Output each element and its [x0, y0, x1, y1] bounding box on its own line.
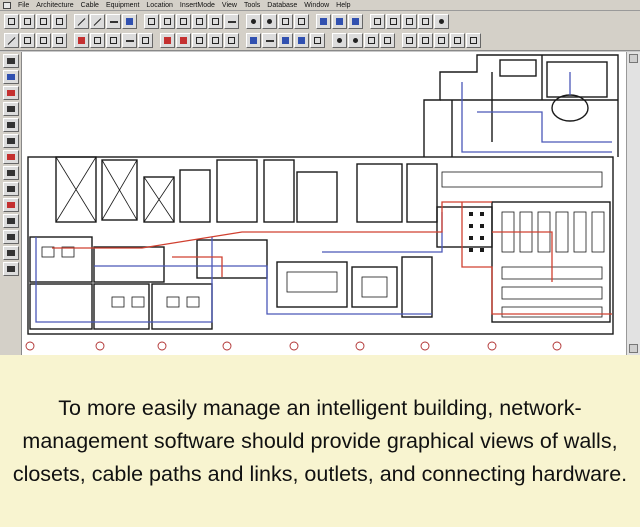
menu-bar: File Architecture Cable Equipment Locati… — [0, 0, 640, 11]
measure-icon[interactable] — [176, 33, 191, 48]
wall-icon[interactable] — [3, 70, 19, 84]
ortho-icon[interactable] — [434, 33, 449, 48]
rectangle-icon[interactable] — [20, 33, 35, 48]
layer-icon[interactable] — [3, 246, 19, 260]
report-icon[interactable] — [370, 13, 385, 29]
main-toolbar — [0, 11, 640, 31]
label-icon[interactable] — [3, 214, 19, 228]
window-tool-icon[interactable] — [224, 33, 239, 48]
menu-insertmode[interactable]: InsertMode — [180, 2, 215, 9]
figure-caption: To more easily manage an intelligent bui… — [0, 355, 640, 527]
text-tool-icon[interactable] — [106, 13, 121, 29]
polyline-icon[interactable] — [36, 33, 51, 48]
patch-panel-icon[interactable] — [122, 33, 137, 48]
equipment-icon[interactable] — [310, 33, 325, 48]
cable-icon[interactable] — [192, 13, 207, 29]
zoom-icon[interactable] — [246, 13, 261, 29]
window-icon[interactable] — [3, 102, 19, 116]
pan-icon[interactable] — [262, 13, 277, 29]
elevator-shafts — [55, 156, 175, 223]
trace-icon[interactable] — [450, 33, 465, 48]
scroll-up-icon[interactable] — [629, 54, 638, 63]
vertical-scrollbar[interactable] — [626, 52, 640, 355]
floor-plan-canvas[interactable] — [22, 52, 626, 355]
cad-application-window: File Architecture Cable Equipment Locati… — [0, 0, 640, 355]
cable-icon[interactable] — [3, 166, 19, 180]
pointer-icon[interactable] — [4, 33, 19, 48]
context-help-icon[interactable] — [434, 13, 449, 29]
outlet-icon[interactable] — [3, 150, 19, 164]
zoom-out-icon[interactable] — [348, 33, 363, 48]
new-file-icon[interactable] — [4, 13, 19, 29]
zoom-window-icon[interactable] — [364, 33, 379, 48]
cable-tray-icon[interactable] — [246, 33, 261, 48]
arrow-up-icon[interactable] — [278, 33, 293, 48]
outlets — [469, 212, 484, 252]
door-tool-icon[interactable] — [208, 33, 223, 48]
query-icon[interactable] — [386, 13, 401, 29]
closet-icon[interactable] — [90, 33, 105, 48]
help-icon[interactable] — [348, 13, 363, 29]
text-icon[interactable] — [52, 33, 67, 48]
menu-window[interactable]: Window — [304, 2, 329, 9]
select-icon[interactable] — [3, 54, 19, 68]
line-tool-icon[interactable] — [74, 13, 89, 29]
open-icon[interactable] — [20, 13, 35, 29]
menu-view[interactable]: View — [222, 2, 237, 9]
conduit-icon[interactable] — [262, 33, 277, 48]
options-icon[interactable] — [466, 33, 481, 48]
layer-manager-icon[interactable] — [402, 33, 417, 48]
rectangle-tool-icon[interactable] — [208, 13, 223, 29]
settings-icon[interactable] — [418, 13, 433, 29]
door-icon[interactable] — [3, 86, 19, 100]
scroll-down-icon[interactable] — [629, 344, 638, 353]
menu-database[interactable]: Database — [267, 2, 297, 9]
room-icon[interactable] — [3, 118, 19, 132]
floor-plan-drawing — [25, 54, 619, 351]
wall-tool-icon[interactable] — [192, 33, 207, 48]
menu-help[interactable]: Help — [336, 2, 350, 9]
rack-icon[interactable] — [106, 33, 121, 48]
drawing-toolbar — [0, 31, 640, 51]
tray-icon[interactable] — [3, 182, 19, 196]
properties-icon[interactable] — [316, 13, 331, 29]
menu-tools[interactable]: Tools — [244, 2, 260, 9]
snap-icon[interactable] — [418, 33, 433, 48]
layer-icon[interactable] — [176, 13, 191, 29]
grid-icon[interactable] — [144, 13, 159, 29]
database-icon[interactable] — [402, 13, 417, 29]
menu-cable[interactable]: Cable — [81, 2, 99, 9]
arc-tool-icon[interactable] — [90, 13, 105, 29]
rack-icon[interactable] — [3, 198, 19, 212]
dimension-icon[interactable] — [3, 230, 19, 244]
outlet-icon[interactable] — [74, 33, 89, 48]
polyline-tool-icon[interactable] — [224, 13, 239, 29]
print-icon[interactable] — [52, 13, 67, 29]
zoom-in-icon[interactable] — [332, 33, 347, 48]
caption-text: To more easily manage an intelligent bui… — [12, 395, 628, 486]
select-icon[interactable] — [122, 13, 137, 29]
menu-location[interactable]: Location — [146, 2, 172, 9]
arrow-down-icon[interactable] — [294, 33, 309, 48]
delete-icon[interactable] — [3, 262, 19, 276]
menu-equipment[interactable]: Equipment — [106, 2, 139, 9]
column-grid-markers — [25, 341, 562, 351]
tool-palette — [0, 52, 22, 355]
cable-path-icon[interactable] — [138, 33, 153, 48]
fit-view-icon[interactable] — [278, 13, 293, 29]
save-icon[interactable] — [36, 13, 51, 29]
menu-architecture[interactable]: Architecture — [36, 2, 73, 9]
move-icon[interactable] — [160, 13, 175, 29]
menu-file[interactable]: File — [18, 2, 29, 9]
redraw-icon[interactable] — [294, 13, 309, 29]
link-icon[interactable] — [332, 13, 347, 29]
closet-icon[interactable] — [3, 134, 19, 148]
app-icon[interactable] — [3, 2, 11, 9]
refresh-icon[interactable] — [380, 33, 395, 48]
route-icon[interactable] — [160, 33, 175, 48]
workstations — [41, 171, 605, 318]
